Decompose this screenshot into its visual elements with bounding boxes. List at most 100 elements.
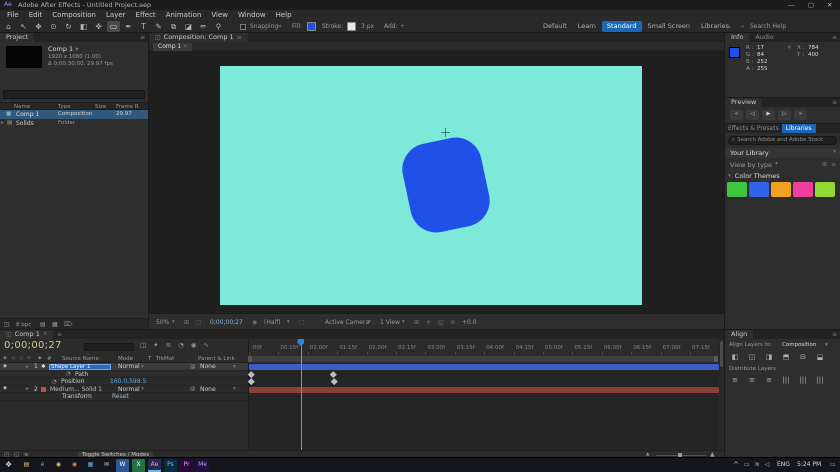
camera-view-caret[interactable]: ▾: [368, 320, 371, 326]
store-icon[interactable]: ▦: [84, 459, 97, 472]
battery-icon[interactable]: ▭: [744, 462, 750, 468]
align-h-center-icon[interactable]: ◫: [746, 352, 758, 362]
parent-pickwhip-icon[interactable]: @: [190, 387, 196, 393]
snapshot-icon[interactable]: ◉: [252, 320, 257, 326]
keyframe[interactable]: [331, 378, 337, 384]
current-time-display[interactable]: 0;00;00;27: [4, 341, 62, 351]
panel-divider[interactable]: [148, 33, 149, 330]
hand-tool[interactable]: ✥: [32, 21, 45, 32]
exposure-value[interactable]: +0.0: [462, 320, 477, 326]
layer-row-shape[interactable]: ◉ ▸ 1 ✱ Shape Layer 1 Normal ▾ @ None ▾: [0, 363, 248, 371]
keyframe[interactable]: [249, 378, 255, 384]
mask-visibility-icon[interactable]: ⬚: [196, 320, 202, 326]
network-icon[interactable]: ≋: [755, 462, 760, 468]
stroke-color-swatch[interactable]: [347, 22, 356, 31]
pan-behind-tool[interactable]: ✜: [92, 21, 105, 32]
parent-dropdown[interactable]: None: [200, 364, 216, 370]
tab-audio[interactable]: Audio: [749, 33, 779, 42]
project-flyout-caret[interactable]: ▾: [75, 45, 78, 53]
color-theme-swatch[interactable]: [771, 182, 791, 197]
camera-view-value[interactable]: Active Camera: [325, 320, 369, 326]
selection-tool[interactable]: ↖: [17, 21, 30, 32]
table-row[interactable]: ▸ ▤ Solids Folder: [0, 119, 148, 128]
position-value[interactable]: 160.0,598.5: [110, 379, 146, 385]
align-top-icon[interactable]: ⬒: [780, 352, 792, 362]
workspace-tab-small-screen[interactable]: Small Screen: [643, 21, 695, 32]
close-button[interactable]: ✕: [827, 2, 832, 9]
search-help-input[interactable]: Search Help: [750, 24, 786, 30]
zoom-tool[interactable]: ⊙: [47, 21, 60, 32]
color-depth-button[interactable]: 8 bpc: [16, 323, 31, 329]
layer-visibility-toggle[interactable]: ◉: [3, 387, 7, 392]
close-icon[interactable]: ✕: [43, 332, 47, 337]
media-encoder-icon[interactable]: Me: [196, 459, 209, 472]
panel-menu-icon[interactable]: ≡: [832, 35, 840, 41]
align-left-icon[interactable]: ◧: [729, 352, 741, 362]
t-column-header[interactable]: T: [148, 357, 151, 363]
viewer-current-time[interactable]: 0;00;00;27: [210, 320, 243, 326]
fast-previews-icon[interactable]: ✛: [426, 320, 431, 326]
distribute-bottom-icon[interactable]: ≡: [763, 375, 775, 385]
layer-name-input[interactable]: Shape Layer 1: [49, 364, 111, 371]
menu-view[interactable]: View: [206, 12, 233, 19]
fill-label[interactable]: Fill:: [292, 24, 302, 30]
last-frame-button[interactable]: »: [794, 110, 807, 120]
time-ruler[interactable]: :00f00:15f01:00f01:15f02:00f02:15f03:00f…: [248, 339, 718, 355]
layer-visibility-toggle[interactable]: ◉: [3, 365, 7, 370]
panel-menu-icon[interactable]: ≡: [832, 332, 840, 338]
distribute-top-icon[interactable]: ≡: [729, 375, 741, 385]
tab-align[interactable]: Align: [725, 330, 753, 339]
layer-row-solid[interactable]: ◉ ▸ 2 Medium... Solid 1 Normal ▾ @ None …: [0, 386, 248, 394]
color-theme-swatch[interactable]: [749, 182, 769, 197]
align-v-center-icon[interactable]: ⊟: [797, 352, 809, 362]
mail-icon[interactable]: ✉: [100, 459, 113, 472]
clone-stamp-tool[interactable]: ⧉: [167, 21, 180, 32]
keyframe[interactable]: [249, 371, 255, 377]
parent-dropdown[interactable]: None: [200, 387, 216, 393]
workspace-tab-standard[interactable]: Standard: [602, 21, 642, 32]
project-search-box[interactable]: ⌕: [3, 90, 145, 99]
layer-name-text[interactable]: Medium... Solid 1: [50, 387, 102, 393]
menu-effect[interactable]: Effect: [131, 12, 161, 19]
roto-brush-tool[interactable]: ✏: [197, 21, 210, 32]
photoshop-icon[interactable]: Ps: [164, 459, 177, 472]
color-theme-swatch[interactable]: [727, 182, 747, 197]
premiere-icon[interactable]: Pr: [180, 459, 193, 472]
panel-menu-icon[interactable]: ≡: [237, 35, 242, 41]
first-frame-button[interactable]: «: [730, 110, 743, 120]
parent-pickwhip-icon[interactable]: @: [190, 365, 196, 371]
pixel-aspect-icon[interactable]: ⊞: [414, 320, 419, 326]
menu-file[interactable]: File: [2, 12, 24, 19]
snapping-checkbox[interactable]: [240, 24, 246, 30]
hidden-icons-chevron[interactable]: ^: [733, 462, 739, 469]
property-row-position[interactable]: ◔ Position 160.0,598.5: [0, 378, 248, 386]
resolution-caret[interactable]: ▾: [287, 320, 290, 326]
blend-mode-dropdown[interactable]: Normal: [118, 364, 140, 370]
menu-composition[interactable]: Composition: [47, 12, 101, 19]
work-area-bar[interactable]: [248, 356, 718, 362]
volume-icon[interactable]: ◁: [765, 462, 770, 468]
panel-divider[interactable]: [0, 329, 840, 330]
tab-composition[interactable]: ◫ Composition: Comp 1 ≡: [149, 33, 248, 42]
distribute-v-center-icon[interactable]: ≡: [746, 375, 758, 385]
pen-tool[interactable]: ✒: [122, 21, 135, 32]
property-group-transform[interactable]: Transform Reset: [0, 393, 248, 401]
stroke-label[interactable]: Stroke:: [322, 24, 343, 30]
menu-animation[interactable]: Animation: [161, 12, 207, 19]
language-indicator[interactable]: ENG: [777, 462, 790, 468]
resolution-value[interactable]: (Half): [264, 320, 281, 326]
orbit-camera-tool[interactable]: ↻: [62, 21, 75, 32]
source-name-column-header[interactable]: Source Name: [62, 357, 99, 363]
property-name[interactable]: Position: [61, 379, 84, 385]
brush-tool[interactable]: ✎: [152, 21, 165, 32]
project-selected-name[interactable]: Comp 1 ▾: [48, 46, 79, 53]
timeline-search-box[interactable]: ⌕: [84, 343, 134, 351]
snap-options-icon[interactable]: ⌗: [278, 24, 281, 30]
property-row-path[interactable]: ◔ Path: [0, 371, 248, 379]
add-shape-icon[interactable]: +: [400, 24, 405, 30]
expander-icon[interactable]: ▸: [26, 387, 29, 393]
blend-mode-dropdown[interactable]: Normal: [118, 387, 140, 393]
color-themes-section-header[interactable]: ▾ Color Themes: [725, 172, 840, 181]
view-list-icon[interactable]: ≡: [831, 162, 836, 168]
hide-shy-layers-icon[interactable]: ≋: [166, 342, 171, 349]
